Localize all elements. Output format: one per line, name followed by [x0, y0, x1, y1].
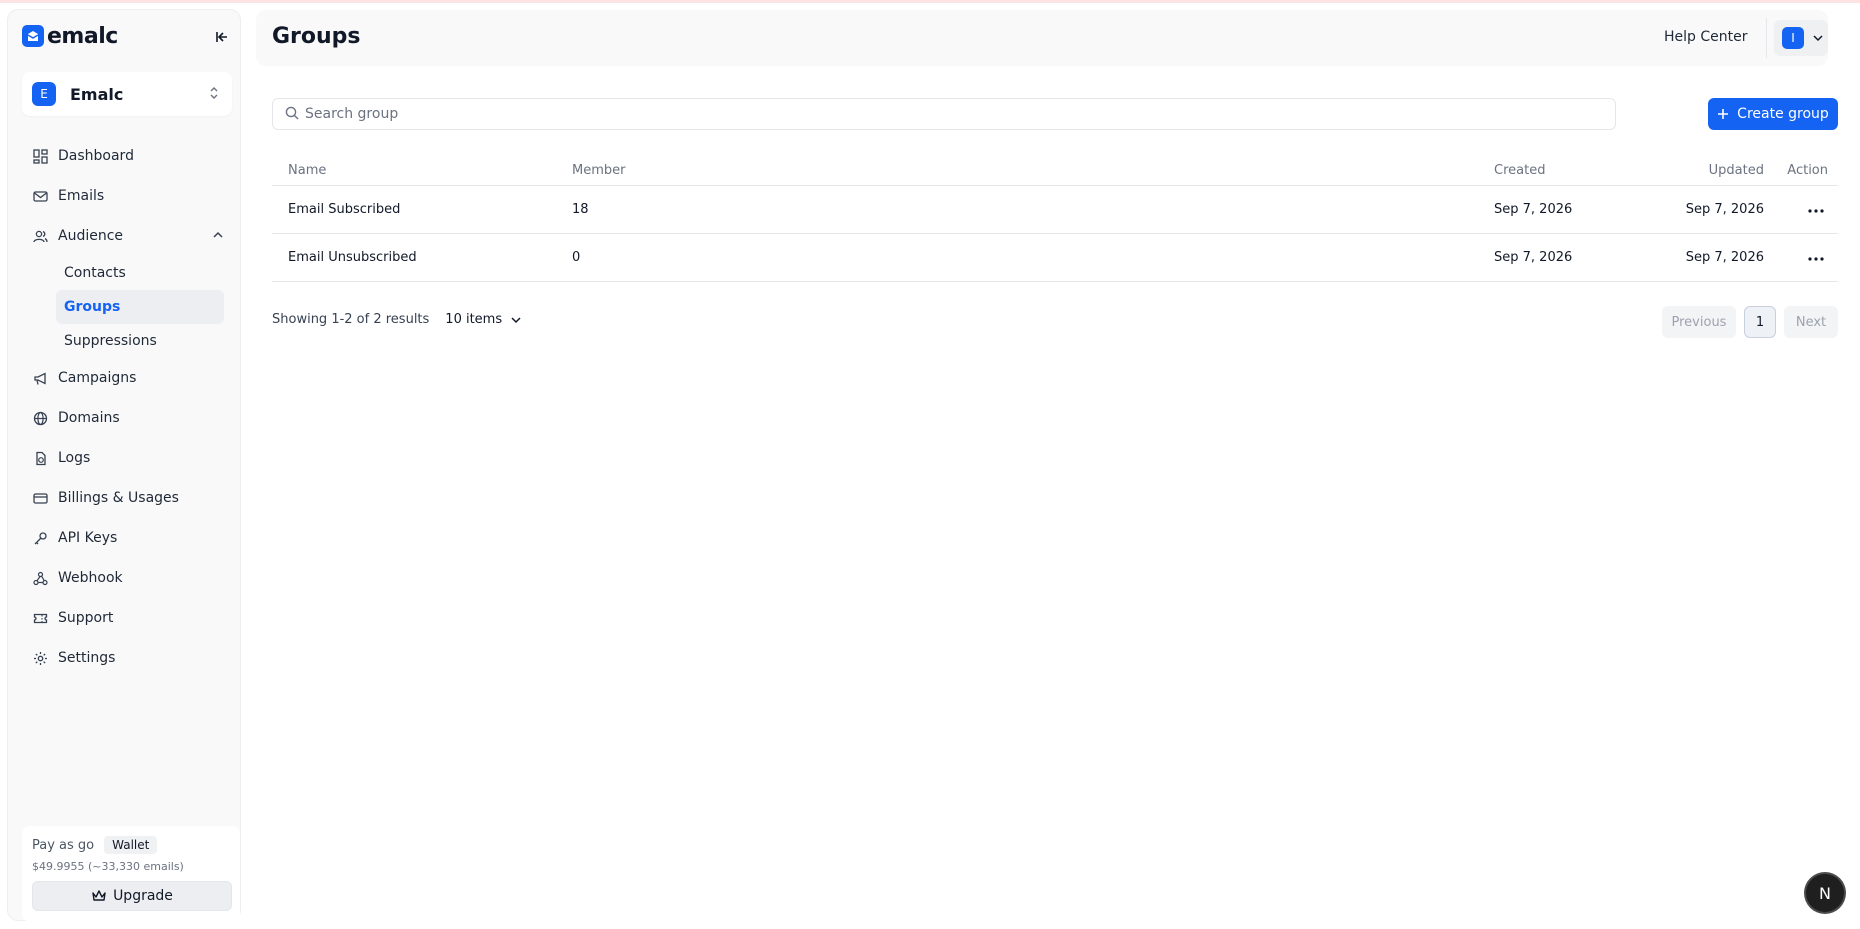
logs-icon — [32, 450, 48, 466]
page-size-select[interactable]: 10 items — [445, 312, 522, 327]
sidebar-item-label: Dashboard — [58, 148, 134, 164]
top-accent-line — [0, 0, 1860, 3]
more-actions-icon[interactable] — [1804, 253, 1828, 265]
pagination: Previous 1 Next — [1662, 306, 1838, 338]
sidebar-item-label: Audience — [58, 228, 124, 244]
plan-card: Pay as go Wallet $49.9955 (~33,330 email… — [22, 826, 240, 922]
sidebar-item-label: Domains — [58, 410, 120, 426]
column-member: Member — [572, 163, 626, 178]
mail-icon — [32, 188, 48, 204]
page-title: Groups — [272, 24, 361, 49]
column-created: Created — [1494, 163, 1546, 178]
sidebar-nav: Dashboard Emails Audience Contacts Group… — [22, 136, 232, 678]
sidebar-item-logs[interactable]: Logs — [22, 438, 232, 478]
workspace-switcher[interactable]: E Emalc — [22, 72, 232, 116]
brand-name: emalc — [47, 23, 118, 49]
sidebar-item-support[interactable]: Support — [22, 598, 232, 638]
dev-tools-badge[interactable]: N — [1806, 874, 1844, 912]
group-name[interactable]: Email Subscribed — [272, 202, 572, 217]
updated-date: Sep 7, 2026 — [1685, 250, 1764, 265]
key-icon — [32, 530, 48, 546]
results-summary: Showing 1-2 of 2 results — [272, 312, 430, 327]
logo-icon — [22, 25, 44, 47]
column-updated: Updated — [1708, 163, 1764, 178]
sidebar-item-settings[interactable]: Settings — [22, 638, 232, 678]
sidebar-item-label: Support — [58, 610, 114, 626]
pagination-summary: Showing 1-2 of 2 results 10 items — [272, 312, 522, 327]
wallet-badge: Wallet — [104, 836, 158, 854]
header-divider — [1766, 18, 1767, 58]
chevron-up-icon — [212, 229, 224, 245]
dashboard-icon — [32, 148, 48, 164]
more-actions-icon[interactable] — [1804, 205, 1828, 217]
wallet-balance: $49.9955 (~33,330 emails) — [32, 860, 184, 873]
crown-icon — [91, 889, 107, 903]
sidebar-item-label: API Keys — [58, 530, 118, 546]
sidebar-item-groups[interactable]: Groups — [56, 290, 224, 324]
column-name: Name — [288, 163, 327, 178]
webhook-icon — [32, 570, 48, 586]
groups-table: Name Member Created Updated Action Email… — [272, 156, 1838, 282]
collapse-sidebar-icon[interactable] — [212, 27, 232, 47]
sidebar-item-audience[interactable]: Audience — [22, 216, 232, 256]
plus-icon — [1717, 108, 1729, 120]
globe-icon — [32, 410, 48, 426]
upgrade-button[interactable]: Upgrade — [32, 881, 232, 911]
member-count: 0 — [572, 250, 581, 265]
next-page-button[interactable]: Next — [1784, 306, 1838, 338]
workspace-avatar: E — [32, 82, 56, 106]
avatar: I — [1782, 27, 1804, 49]
chevron-down-icon — [510, 314, 522, 326]
gear-icon — [32, 650, 48, 666]
chevron-down-icon — [1812, 32, 1824, 44]
previous-page-button[interactable]: Previous — [1662, 306, 1736, 338]
sidebar-item-domains[interactable]: Domains — [22, 398, 232, 438]
sidebar-item-webhook[interactable]: Webhook — [22, 558, 232, 598]
workspace-name: Emalc — [70, 84, 124, 104]
users-icon — [32, 228, 48, 244]
search-box — [272, 98, 1616, 130]
created-date: Sep 7, 2026 — [1494, 250, 1573, 265]
sidebar-item-api-keys[interactable]: API Keys — [22, 518, 232, 558]
created-date: Sep 7, 2026 — [1494, 202, 1573, 217]
sidebar-item-suppressions[interactable]: Suppressions — [56, 324, 224, 358]
sidebar: emalc E Emalc Dashboard Emails Audience … — [8, 10, 240, 922]
table-header: Name Member Created Updated Action — [272, 156, 1838, 186]
updated-date: Sep 7, 2026 — [1685, 202, 1764, 217]
member-count: 18 — [572, 202, 589, 217]
sidebar-item-label: Logs — [58, 450, 91, 466]
ticket-icon — [32, 610, 48, 626]
sidebar-item-campaigns[interactable]: Campaigns — [22, 358, 232, 398]
upgrade-label: Upgrade — [113, 888, 173, 904]
sidebar-item-label: Emails — [58, 188, 105, 204]
sidebar-item-label: Billings & Usages — [58, 490, 179, 506]
group-name[interactable]: Email Unsubscribed — [272, 250, 572, 265]
sidebar-item-label: Webhook — [58, 570, 123, 586]
sidebar-item-dashboard[interactable]: Dashboard — [22, 136, 232, 176]
create-group-label: Create group — [1737, 106, 1829, 122]
sidebar-item-emails[interactable]: Emails — [22, 176, 232, 216]
search-icon — [285, 105, 299, 124]
page-size-value: 10 items — [445, 312, 503, 327]
sidebar-item-label: Campaigns — [58, 370, 137, 386]
megaphone-icon — [32, 370, 48, 386]
page-header: Groups Help Center I — [256, 10, 1828, 66]
chevron-up-down-icon — [208, 85, 220, 105]
card-icon — [32, 490, 48, 506]
sidebar-item-label: Settings — [58, 650, 116, 666]
table-row[interactable]: Email Unsubscribed 0 Sep 7, 2026 Sep 7, … — [272, 234, 1838, 282]
sidebar-item-billings[interactable]: Billings & Usages — [22, 478, 232, 518]
sidebar-item-contacts[interactable]: Contacts — [56, 256, 224, 290]
page-number-button[interactable]: 1 — [1744, 306, 1776, 338]
plan-name: Pay as go — [32, 837, 95, 853]
user-menu[interactable]: I — [1774, 20, 1828, 56]
search-input[interactable] — [305, 106, 1585, 122]
create-group-button[interactable]: Create group — [1708, 98, 1838, 130]
column-action: Action — [1787, 163, 1828, 178]
brand: emalc — [22, 18, 232, 54]
help-center-link[interactable]: Help Center — [1664, 29, 1748, 45]
table-row[interactable]: Email Subscribed 18 Sep 7, 2026 Sep 7, 2… — [272, 186, 1838, 234]
